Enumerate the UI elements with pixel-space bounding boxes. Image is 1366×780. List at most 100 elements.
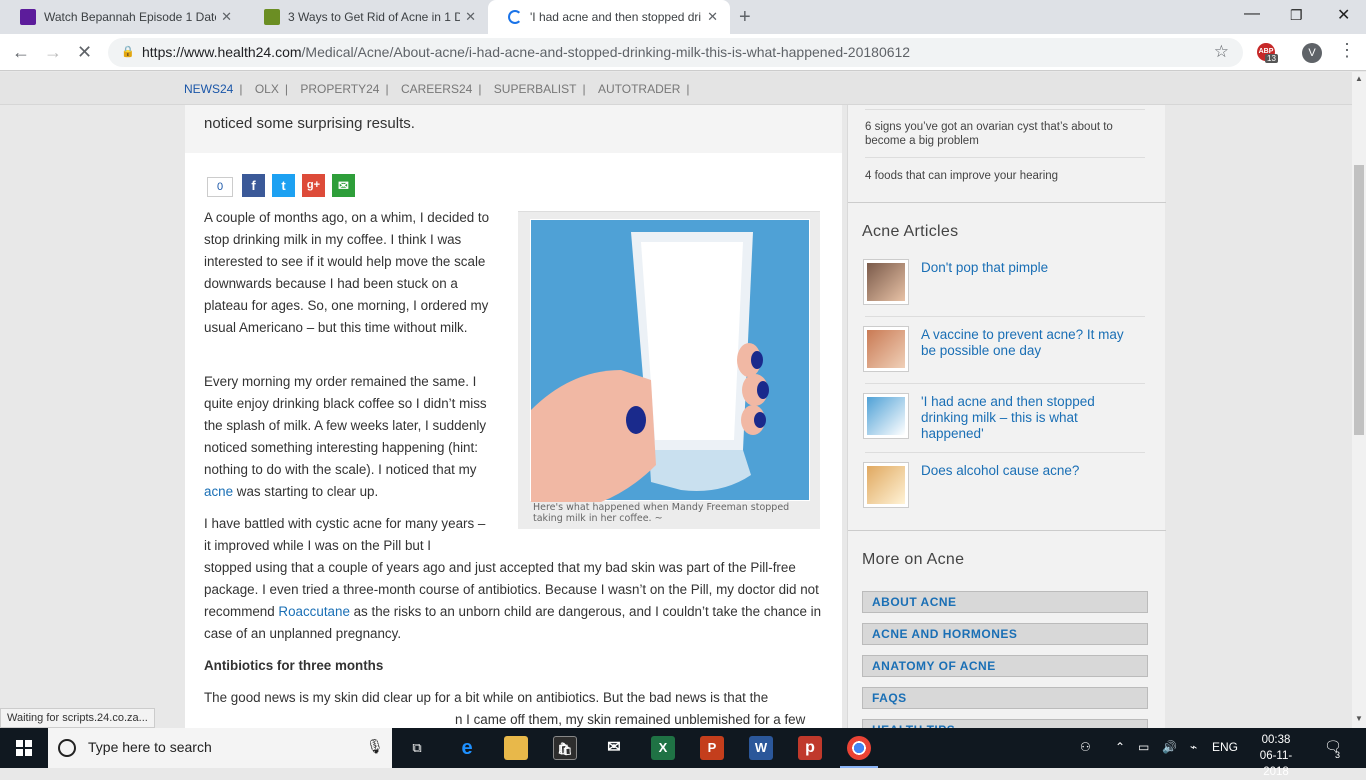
- related-link[interactable]: 6 signs you’ve got an ovarian cyst that’…: [865, 120, 1145, 148]
- network-nav: NEWS24 | OLX | PROPERTY24 | CAREERS24 | SUPE…: [0, 72, 1352, 105]
- acne-link[interactable]: acne: [204, 484, 233, 499]
- email-share-icon[interactable]: ✉: [332, 174, 355, 197]
- powerpoint-icon[interactable]: P: [700, 736, 724, 760]
- paragraph-4-cont: n I came off them, my skin remained unbl…: [455, 712, 806, 727]
- close-tab-icon[interactable]: ✕: [465, 9, 476, 25]
- new-tab-button[interactable]: +: [739, 6, 751, 29]
- figure-caption: Here's what happened when Mandy Freeman …: [533, 502, 790, 524]
- article-thumbnail[interactable]: [863, 393, 909, 439]
- stop-loading-icon[interactable]: ✕: [77, 42, 92, 63]
- tab-title: Watch Bepannah Episode 1 Date: [44, 10, 216, 24]
- wikihow-favicon-icon: [264, 9, 280, 25]
- browser-tab[interactable]: 3 Ways to Get Rid of Acne in 1 D ✕: [244, 0, 488, 34]
- battery-icon[interactable]: ▭: [1138, 740, 1149, 754]
- edge-icon[interactable]: e: [455, 736, 479, 760]
- google-plus-share-icon[interactable]: g+: [302, 174, 325, 197]
- tab-title: 'I had acne and then stopped dri: [530, 10, 702, 24]
- nav-property24[interactable]: PROPERTY24: [300, 82, 379, 96]
- more-link-hormones[interactable]: ACNE AND HORMONES: [862, 623, 1148, 645]
- page-viewport: NEWS24 | OLX | PROPERTY24 | CAREERS24 | SUPE…: [0, 72, 1352, 728]
- kebab-menu-icon[interactable]: ⋮: [1338, 40, 1356, 61]
- paragraph-3-rest: stopped using that a couple of years ago…: [204, 560, 822, 641]
- close-tab-icon[interactable]: ✕: [221, 9, 232, 25]
- tab-title: 3 Ways to Get Rid of Acne in 1 D: [288, 10, 460, 24]
- people-icon[interactable]: ⚇: [1080, 740, 1091, 754]
- share-count: 0: [207, 177, 233, 197]
- url-path: /Medical/Acne/About-acne/i-had-acne-and-…: [301, 44, 911, 60]
- loading-spinner-icon: [508, 10, 522, 24]
- article-intro: noticed some surprising results.: [185, 105, 842, 153]
- more-link-anatomy[interactable]: ANATOMY OF ACNE: [862, 655, 1148, 677]
- twitter-share-icon[interactable]: t: [272, 174, 295, 197]
- more-on-acne-heading: More on Acne: [862, 551, 965, 568]
- acne-article-link[interactable]: A vaccine to prevent acne? It may be pos…: [921, 327, 1136, 359]
- nav-news24[interactable]: NEWS24: [184, 82, 233, 96]
- mail-icon[interactable]: ✉: [602, 736, 626, 760]
- more-link-health-tips[interactable]: HEALTH TIPS: [862, 719, 1148, 728]
- store-icon[interactable]: 🛍: [553, 736, 577, 760]
- subheading: Antibiotics for three months: [204, 658, 384, 673]
- word-icon[interactable]: W: [749, 736, 773, 760]
- nav-superbalist[interactable]: SUPERBALIST: [494, 82, 577, 96]
- notification-count: 3: [1335, 750, 1341, 760]
- microphone-icon[interactable]: 🎙: [366, 738, 384, 755]
- nav-careers24[interactable]: CAREERS24: [401, 82, 472, 96]
- toolbar: ← → ✕ 🔒 https://www.health24.com/Medical…: [0, 34, 1366, 71]
- chrome-icon[interactable]: [840, 736, 878, 768]
- close-window-icon[interactable]: ✕: [1337, 5, 1350, 25]
- taskbar: Type here to search 🎙 ⧉ e 🛍 ✉ X P W p ⚇ …: [0, 728, 1366, 778]
- address-bar[interactable]: 🔒 https://www.health24.com/Medical/Acne/…: [108, 38, 1243, 67]
- facebook-share-icon[interactable]: f: [242, 174, 265, 197]
- forward-icon[interactable]: →: [44, 42, 62, 63]
- lock-icon: 🔒: [121, 46, 135, 58]
- article-column: noticed some surprising results. 0 f t g…: [185, 105, 842, 728]
- clock-date: 06-11-2018: [1259, 750, 1293, 778]
- excel-icon[interactable]: X: [651, 736, 675, 760]
- more-link-faqs[interactable]: FAQS: [862, 687, 1148, 709]
- more-link-about-acne[interactable]: ABOUT ACNE: [862, 591, 1148, 613]
- article-figure: Here's what happened when Mandy Freeman …: [518, 211, 820, 529]
- paragraph-1: A couple of months ago, on a whim, I dec…: [204, 210, 490, 335]
- acne-article-link[interactable]: Does alcohol cause acne?: [921, 463, 1136, 479]
- acne-article-link[interactable]: 'I had acne and then stopped drinking mi…: [921, 394, 1136, 442]
- language-indicator[interactable]: ENG: [1212, 740, 1238, 754]
- profile-avatar[interactable]: V: [1302, 43, 1322, 63]
- article-thumbnail[interactable]: [863, 462, 909, 508]
- taskbar-search[interactable]: Type here to search 🎙: [48, 728, 392, 768]
- task-view-icon[interactable]: ⧉: [405, 736, 429, 760]
- intro-text: noticed some surprising results.: [204, 115, 415, 132]
- milk-glass-photo: [530, 219, 810, 502]
- acne-article-link[interactable]: Don't pop that pimple: [921, 260, 1136, 276]
- status-bubble: Waiting for scripts.24.co.za...: [0, 708, 155, 728]
- clock-time: 00:38: [1261, 734, 1291, 746]
- extension-badge: 13: [1265, 54, 1278, 63]
- close-tab-icon[interactable]: ✕: [707, 9, 718, 25]
- browser-tab[interactable]: Watch Bepannah Episode 1 Date ✕: [0, 0, 244, 34]
- related-link[interactable]: 4 foods that can improve your hearing: [865, 169, 1145, 183]
- search-placeholder: Type here to search: [88, 739, 212, 755]
- article-thumbnail[interactable]: [863, 259, 909, 305]
- minimize-icon[interactable]: —: [1244, 5, 1260, 23]
- nav-autotrader[interactable]: AUTOTRADER: [598, 82, 680, 96]
- paragraph-3-start: I have battled with cystic acne for many…: [204, 516, 486, 553]
- network-icon[interactable]: ⌁: [1190, 740, 1197, 754]
- back-icon[interactable]: ←: [12, 42, 30, 63]
- tab-strip: Watch Bepannah Episode 1 Date ✕ 3 Ways t…: [0, 0, 1366, 34]
- file-explorer-icon[interactable]: [504, 736, 528, 760]
- windows-start-icon[interactable]: [16, 740, 32, 756]
- roaccutane-link[interactable]: Roaccutane: [278, 604, 349, 619]
- page-scrollbar[interactable]: ▲ ▼: [1352, 72, 1366, 728]
- clock[interactable]: 00:38 06-11-2018: [1251, 732, 1301, 780]
- scrollbar-thumb[interactable]: [1354, 165, 1364, 435]
- url-host: https://www.health24.com: [142, 44, 302, 60]
- browser-tab-active[interactable]: 'I had acne and then stopped dri ✕: [488, 0, 730, 34]
- bookmark-star-icon[interactable]: ☆: [1214, 42, 1229, 62]
- voot-favicon-icon: [20, 9, 36, 25]
- nav-olx[interactable]: OLX: [255, 82, 279, 96]
- article-thumbnail[interactable]: [863, 326, 909, 372]
- tray-chevron-icon[interactable]: ⌃: [1115, 740, 1125, 754]
- restore-icon[interactable]: ❐: [1290, 7, 1303, 24]
- volume-icon[interactable]: 🔊: [1162, 740, 1177, 754]
- psiphon-icon[interactable]: p: [798, 736, 822, 760]
- sidebar: 6 signs you’ve got an ovarian cyst that’…: [847, 105, 1166, 728]
